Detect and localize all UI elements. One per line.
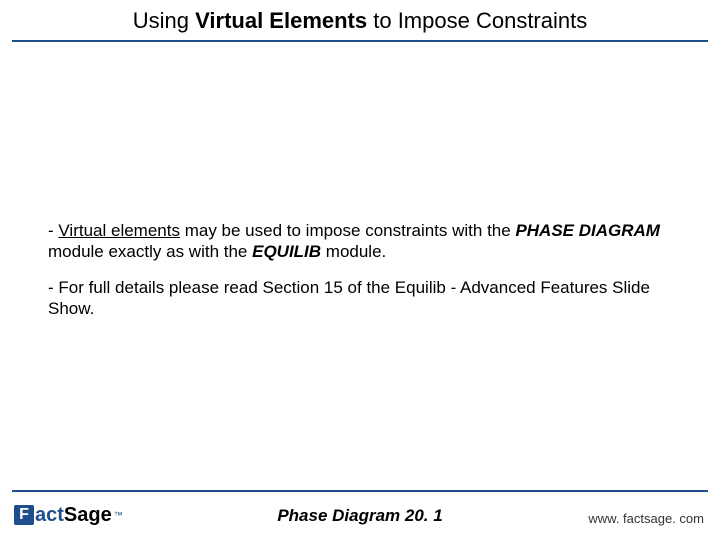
p1-mid1: may be used to impose constraints with t… — [180, 221, 515, 240]
p1-virtual-elements: Virtual elements — [58, 221, 180, 240]
paragraph-2: - For full details please read Section 1… — [48, 277, 668, 320]
footer-url: www. factsage. com — [588, 511, 704, 526]
title-suffix: to Impose Constraints — [367, 8, 587, 33]
title-prefix: Using — [133, 8, 195, 33]
paragraph-1: - Virtual elements may be used to impose… — [48, 220, 668, 263]
slide-title: Using Virtual Elements to Impose Constra… — [133, 8, 587, 33]
body-text: - Virtual elements may be used to impose… — [48, 220, 668, 333]
footer-divider — [12, 490, 708, 492]
title-divider — [12, 40, 708, 42]
slide: Using Virtual Elements to Impose Constra… — [0, 0, 720, 540]
p1-equilib: EQUILIB — [252, 242, 321, 261]
title-virtual-elements: Virtual Elements — [195, 8, 367, 33]
p1-dash: - — [48, 221, 58, 240]
p1-phase-diagram: PHASE DIAGRAM — [515, 221, 660, 240]
p1-tail: module. — [321, 242, 386, 261]
title-wrap: Using Virtual Elements to Impose Constra… — [0, 8, 720, 34]
p1-mid2: module exactly as with the — [48, 242, 252, 261]
